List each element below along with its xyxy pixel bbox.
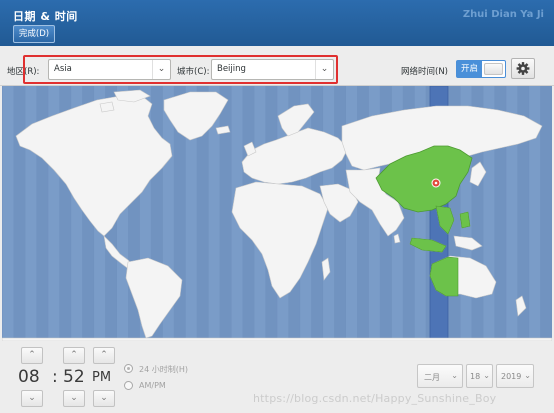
chevron-down-icon: ⌄ — [524, 371, 531, 380]
minute-up-button[interactable]: ⌃ — [63, 347, 85, 364]
minute-value: 52 — [63, 367, 85, 387]
chevron-down-icon: ⌄ — [70, 393, 78, 403]
month-value: 二月 — [424, 373, 440, 382]
switch-on-label: 开启 — [457, 61, 482, 77]
done-button[interactable]: 完成(D) — [13, 25, 55, 43]
ampm-up-button[interactable]: ⌃ — [93, 347, 115, 364]
hour-value: 08 — [18, 367, 40, 387]
chevron-down-icon: ⌄ — [100, 393, 108, 403]
hour-up-button[interactable]: ⌃ — [21, 347, 43, 364]
format-ampm-radio[interactable] — [124, 381, 133, 390]
header-right-text: Zhui Dian Ya Ji — [462, 9, 544, 20]
world-map[interactable] — [2, 86, 552, 341]
ampm-down-button[interactable]: ⌄ — [93, 390, 115, 407]
chevron-down-icon: ⌄ — [483, 371, 490, 380]
timezone-region-philippines — [459, 211, 471, 229]
day-value: 18 — [470, 372, 481, 381]
month-combo[interactable]: 二月 ⌄ — [417, 364, 463, 388]
header-bar: 日期 & 时间 Zhui Dian Ya Ji 完成(D) — [0, 0, 554, 46]
chevron-down-icon: ⌄ — [28, 393, 36, 403]
chevron-up-icon: ⌃ — [70, 350, 78, 360]
settings-button[interactable] — [511, 58, 535, 79]
network-time-switch[interactable]: 开启 — [456, 60, 506, 78]
year-combo[interactable]: 2019 ⌄ — [496, 364, 534, 388]
switch-knob[interactable] — [484, 63, 503, 75]
format-ampm-label: AM/PM — [139, 381, 166, 390]
timezone-map[interactable] — [2, 86, 552, 341]
chevron-up-icon: ⌃ — [100, 350, 108, 360]
map-pin-icon[interactable] — [431, 178, 441, 188]
format-24h-radio[interactable] — [124, 364, 133, 373]
chevron-down-icon: ⌄ — [451, 371, 458, 380]
watermark-text: https://blog.csdn.net/Happy_Sunshine_Boy — [253, 392, 497, 405]
chevron-up-icon: ⌃ — [28, 350, 36, 360]
network-time-label: 网络时间(N) — [401, 67, 448, 77]
format-24h-label: 24 小时制(H) — [139, 365, 188, 374]
hour-down-button[interactable]: ⌄ — [21, 390, 43, 407]
minute-down-button[interactable]: ⌄ — [63, 390, 85, 407]
gear-icon — [516, 62, 530, 75]
ampm-value: PM — [92, 370, 112, 385]
time-separator: : — [52, 367, 58, 387]
year-value: 2019 — [501, 372, 522, 381]
day-combo[interactable]: 18 ⌄ — [466, 364, 493, 388]
annotation-highlight-box — [23, 55, 338, 84]
page-title: 日期 & 时间 — [13, 10, 78, 23]
